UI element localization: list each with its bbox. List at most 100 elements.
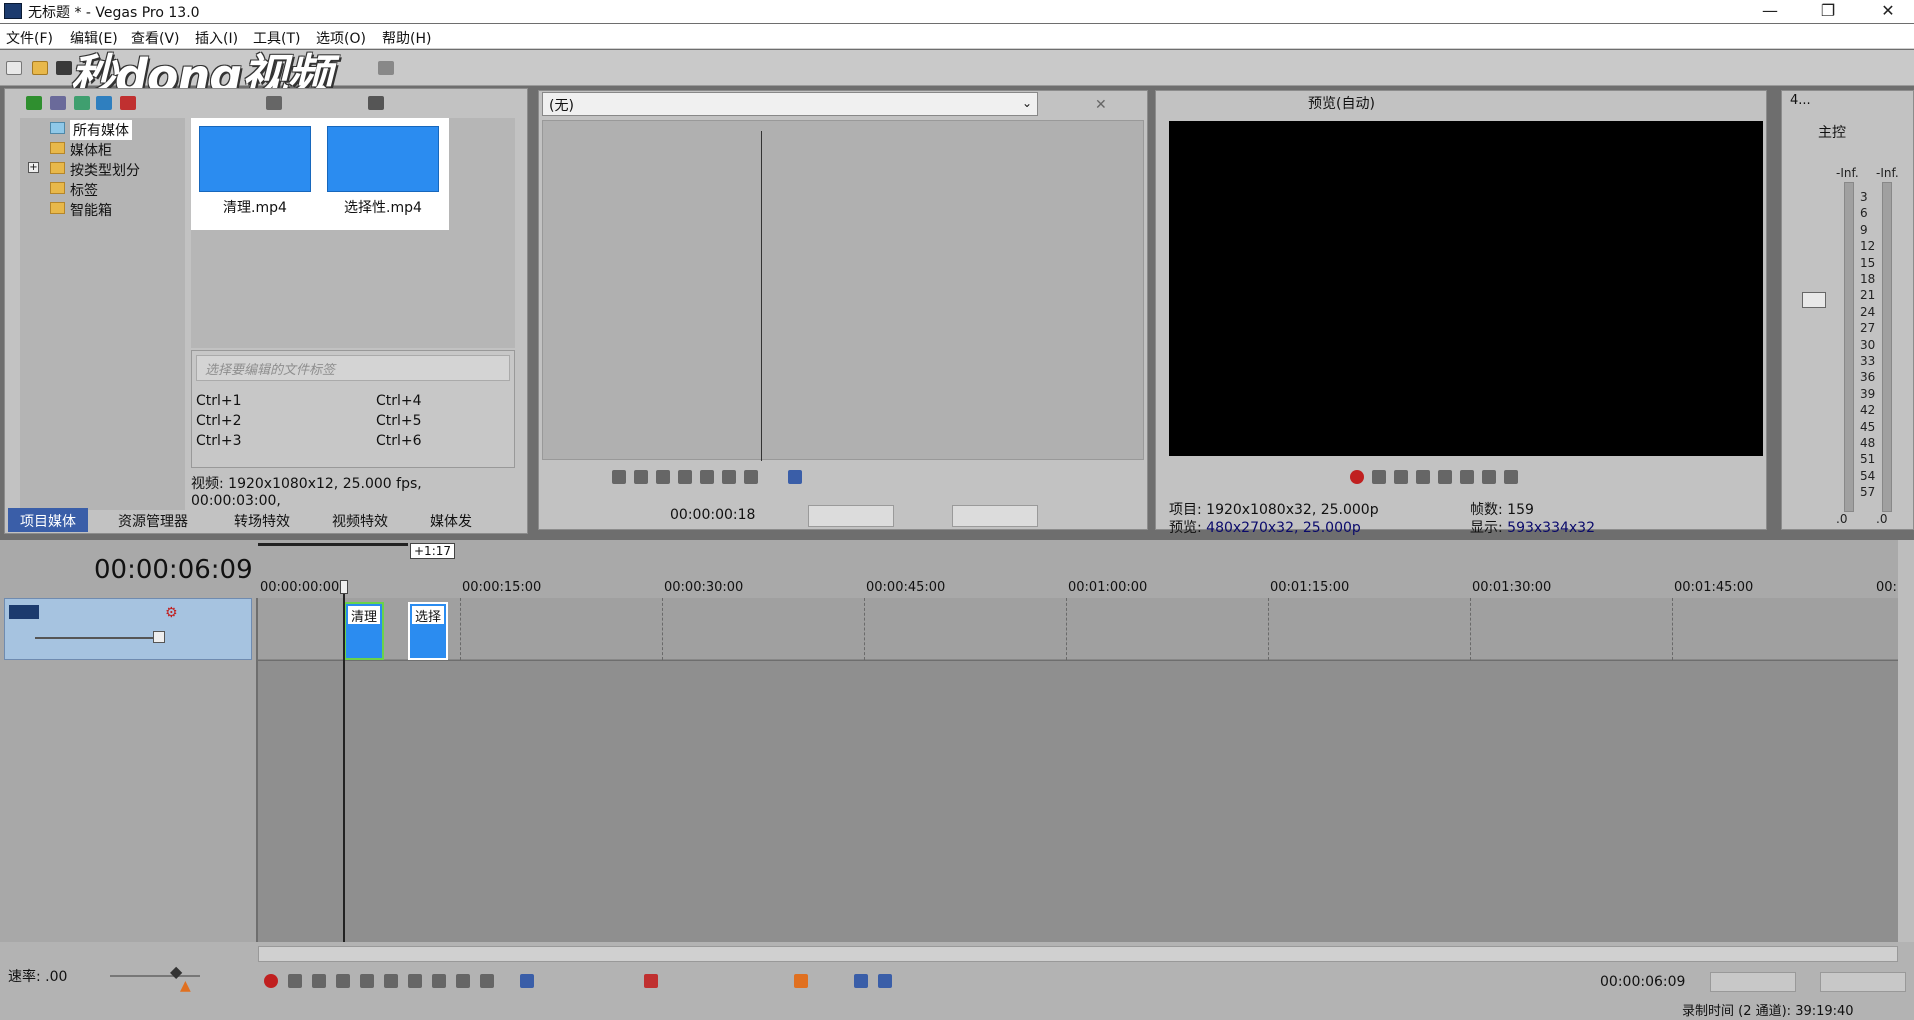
stop-icon[interactable] — [1460, 470, 1474, 484]
tree-item-media-bin[interactable]: 媒体柜 — [70, 140, 112, 160]
close-icon[interactable]: ✕ — [1095, 97, 1107, 113]
media-thumbnail[interactable]: 选择性.mp4 — [327, 126, 439, 230]
go-to-end-icon[interactable] — [432, 974, 446, 988]
go-to-start-icon[interactable] — [722, 470, 736, 484]
meter-scale-label: 57 — [1860, 485, 1876, 500]
play-icon[interactable] — [1416, 470, 1430, 484]
folder-icon — [50, 162, 65, 174]
video-clip[interactable]: 清理 — [344, 602, 384, 660]
trimmer-source-dropdown[interactable]: (无) — [542, 92, 1038, 116]
clip-label: 清理 — [348, 606, 380, 624]
trimmer-in-point-field[interactable] — [808, 505, 894, 527]
views-icon[interactable] — [266, 96, 282, 110]
rate-label: 速率: .00 — [8, 969, 68, 985]
trimmer-out-point-field[interactable] — [952, 505, 1038, 527]
tab-transitions[interactable]: 转场特效 — [222, 508, 302, 532]
pause-icon[interactable] — [360, 974, 374, 988]
display-info: 显示: 593x334x32 — [1470, 520, 1595, 536]
pause-icon[interactable] — [1438, 470, 1452, 484]
rate-slider[interactable] — [110, 975, 200, 977]
tab-video-fx[interactable]: 视频特效 — [320, 508, 400, 532]
tree-item-all-media[interactable]: 所有媒体 — [70, 120, 132, 140]
go-to-start-icon[interactable] — [408, 974, 422, 988]
auto-crossfade-icon[interactable] — [878, 974, 892, 988]
expand-toggle[interactable]: + — [28, 162, 39, 173]
selection-start-field[interactable] — [1710, 972, 1796, 992]
loop-icon[interactable] — [1372, 470, 1386, 484]
grid-line — [1268, 598, 1269, 660]
meter-scale-label: 24 — [1860, 304, 1876, 319]
preview-video-screen — [1169, 121, 1763, 456]
get-media-icon[interactable] — [96, 96, 112, 110]
selection-end-field[interactable] — [1820, 972, 1906, 992]
record-icon[interactable] — [1350, 470, 1364, 484]
master-fader-handle[interactable] — [1802, 292, 1826, 308]
maximize-button[interactable]: ❐ — [1806, 0, 1850, 23]
go-to-end-icon[interactable] — [744, 470, 758, 484]
frames-info: 帧数: 159 — [1470, 502, 1534, 518]
play-from-start-icon[interactable] — [1394, 470, 1408, 484]
menu-help[interactable]: 帮助(H) — [382, 28, 431, 48]
open-folder-icon[interactable] — [32, 61, 48, 75]
refresh-icon[interactable] — [26, 96, 42, 110]
tab-explorer[interactable]: 资源管理器 — [106, 508, 200, 532]
stop-icon[interactable] — [384, 974, 398, 988]
minimize-button[interactable]: — — [1748, 0, 1792, 23]
trimmer-area[interactable] — [542, 120, 1144, 461]
trim-mode-icon[interactable] — [788, 470, 802, 484]
record-icon[interactable] — [264, 974, 278, 988]
video-track-header[interactable]: ⚙ — [4, 598, 252, 660]
chevron-down-icon[interactable]: ⌄ — [1022, 96, 1032, 110]
tree-item-smart-bins[interactable]: 智能箱 — [70, 200, 112, 220]
next-frame-icon[interactable] — [480, 974, 494, 988]
play-icon[interactable] — [656, 470, 670, 484]
normal-edit-tool-icon[interactable] — [520, 974, 534, 988]
snapping-icon[interactable] — [854, 974, 868, 988]
empty-timeline-area[interactable] — [258, 661, 1898, 942]
play-from-start-icon[interactable] — [312, 974, 326, 988]
video-track-lane[interactable] — [258, 598, 1898, 660]
remove-icon[interactable] — [120, 96, 136, 110]
play-icon[interactable] — [336, 974, 350, 988]
loop-icon[interactable] — [288, 974, 302, 988]
help-pointer-icon[interactable] — [378, 61, 394, 75]
meter-scale-label: 54 — [1860, 468, 1876, 483]
shortcut-label: Ctrl+4 — [376, 393, 422, 409]
meter-scale-label: 27 — [1860, 321, 1876, 336]
media-thumbnail[interactable]: 清理.mp4 — [199, 126, 311, 230]
stop-icon[interactable] — [700, 470, 714, 484]
capture-icon[interactable] — [74, 96, 90, 110]
delete-icon[interactable] — [644, 974, 658, 988]
new-file-icon[interactable] — [6, 61, 22, 75]
timeline-cursor-handle[interactable] — [340, 580, 348, 594]
preview-info: 预览: 480x270x32, 25.000p — [1169, 520, 1361, 536]
tree-item-by-type[interactable]: 按类型划分 — [70, 160, 140, 180]
video-clip[interactable]: 选择 — [408, 602, 448, 660]
transport-timecode: 00:00:06:09 — [1600, 974, 1686, 990]
import-icon[interactable] — [50, 96, 66, 110]
timeline-vertical-scrollbar[interactable] — [1898, 540, 1914, 942]
opacity-slider-handle[interactable] — [153, 631, 165, 643]
menu-file[interactable]: 文件(F) — [6, 28, 53, 48]
timeline-horizontal-scrollbar[interactable] — [258, 946, 1898, 962]
prev-frame-icon[interactable] — [456, 974, 470, 988]
go-to-start-icon[interactable] — [1482, 470, 1496, 484]
tab-media-generators[interactable]: 媒体发 — [418, 508, 484, 532]
meter-scale-label: 12 — [1860, 239, 1876, 254]
grid-line — [662, 598, 663, 660]
ruler-label: 00: — [1876, 580, 1897, 595]
fx-icon[interactable]: ⚙ — [165, 605, 178, 621]
loop-icon[interactable] — [612, 470, 626, 484]
marker-icon[interactable] — [794, 974, 808, 988]
play-from-start-icon[interactable] — [634, 470, 648, 484]
preview-quality-dropdown[interactable]: 预览(自动) — [1308, 93, 1375, 113]
tag-input[interactable]: 选择要编辑的文件标签 — [196, 355, 510, 381]
tab-project-media[interactable]: 项目媒体 — [8, 508, 88, 532]
loop-region-bar[interactable] — [258, 543, 408, 546]
go-to-end-icon[interactable] — [1504, 470, 1518, 484]
close-button[interactable]: ✕ — [1866, 0, 1910, 23]
search-icon[interactable] — [368, 96, 384, 110]
opacity-slider-track[interactable] — [35, 637, 165, 639]
pause-icon[interactable] — [678, 470, 692, 484]
tree-item-tags[interactable]: 标签 — [70, 180, 98, 200]
